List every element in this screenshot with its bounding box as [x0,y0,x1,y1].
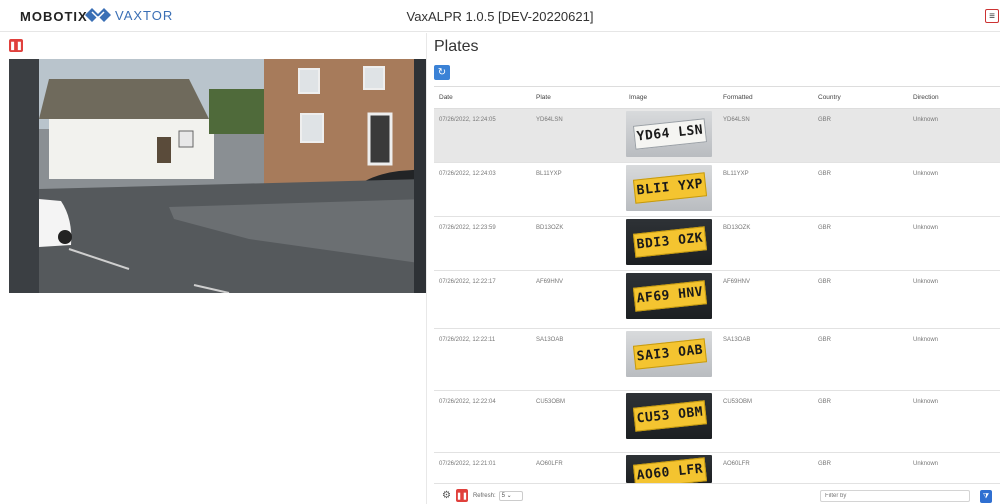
row-date: 07/26/2022, 12:22:11 [434,328,531,391]
row-direction: Unknown [908,452,1000,484]
hamburger-menu-button[interactable]: ≡ [985,9,999,23]
table-header-row: Date Plate Image Formatted Country Direc… [434,86,1000,109]
table-row[interactable]: 07/26/2022, 12:21:01 AO60LFR AO60 LFR AO… [434,452,1000,484]
table-row[interactable]: 07/26/2022, 12:24:03 BL11YXP BLII YXP BL… [434,162,1000,217]
plate-image: SAI3 OAB [626,331,712,377]
row-direction: Unknown [908,390,1000,453]
hamburger-icon: ≡ [989,10,995,22]
row-date: 07/26/2022, 12:24:05 [434,108,531,163]
row-date: 07/26/2022, 12:23:59 [434,216,531,271]
row-formatted: CU53OBM [718,390,813,453]
plates-title: Plates [434,38,479,55]
row-direction: Unknown [908,162,1000,217]
row-date: 07/26/2022, 12:21:01 [434,452,531,484]
row-direction: Unknown [908,270,1000,329]
refresh-interval-value: 5 [501,492,505,499]
row-date: 07/26/2022, 12:22:17 [434,270,531,329]
top-bar: MOBOTIX VAXTOR VaxALPR 1.0.5 [DEV-202206… [0,0,1000,32]
pause-icon: ❚❚ [9,41,23,50]
column-header-plate[interactable]: Plate [531,86,624,109]
vaxtor-logo-text: VAXTOR [115,7,174,23]
plate-image: AO60 LFR [626,455,712,483]
plate-image-text: CU53 OBM [632,400,708,432]
plate-image: BLII YXP [626,165,712,211]
row-plate: YD64LSN [531,108,624,163]
table-row[interactable]: 07/26/2022, 12:24:05 YD64LSN YD64 LSN YD… [434,108,1000,163]
table-row[interactable]: 07/26/2022, 12:23:59 BD13OZK BDI3 OZK BD… [434,216,1000,271]
plate-image-text: YD64 LSN [632,118,708,150]
plates-pane: Plates ↻ Date Plate Image Formatted Coun… [428,33,1000,504]
row-image: YD64 LSN [624,108,718,163]
vaxtor-logo: VAXTOR [83,6,173,24]
row-plate: AO60LFR [531,452,624,484]
camera-feed [9,59,426,293]
row-plate: SA13OAB [531,328,624,391]
column-header-country[interactable]: Country [813,86,908,109]
row-formatted: AF69HNV [718,270,813,329]
row-image: BLII YXP [624,162,718,217]
plates-table: Date Plate Image Formatted Country Direc… [434,86,1000,484]
plate-image-text: AO60 LFR [632,457,708,483]
plate-image-text: BLII YXP [632,172,708,204]
refresh-icon: ↻ [437,67,447,78]
column-header-direction[interactable]: Direction [908,86,1000,109]
mobotix-logo: MOBOTIX [20,9,88,24]
plate-image-text: SAI3 OAB [632,338,708,370]
column-header-image[interactable]: Image [624,86,718,109]
plate-image: AF69 HNV [626,273,712,319]
refresh-button[interactable]: ↻ [434,65,450,80]
row-direction: Unknown [908,108,1000,163]
row-plate: AF69HNV [531,270,624,329]
row-direction: Unknown [908,328,1000,391]
plate-image: CU53 OBM [626,393,712,439]
row-date: 07/26/2022, 12:24:03 [434,162,531,217]
row-formatted: YD64LSN [718,108,813,163]
row-country: GBR [813,452,908,484]
filter-icon: ⧩ [982,492,990,500]
row-formatted: SA13OAB [718,328,813,391]
row-image: AF69 HNV [624,270,718,329]
row-image: SAI3 OAB [624,328,718,391]
row-date: 07/26/2022, 12:22:04 [434,390,531,453]
plate-image-text: AF69 HNV [632,280,708,312]
row-direction: Unknown [908,216,1000,271]
table-row[interactable]: 07/26/2022, 12:22:11 SA13OAB SAI3 OAB SA… [434,328,1000,391]
row-country: GBR [813,270,908,329]
row-country: GBR [813,390,908,453]
gear-icon[interactable]: ⚙ [442,490,451,501]
plate-image: YD64 LSN [626,111,712,157]
pause-icon: ❚❚ [456,492,468,500]
table-footer-bar: ⚙ ❚❚ Refresh: 5 ⌄ ⧩ [428,487,1000,504]
row-country: GBR [813,108,908,163]
row-country: GBR [813,328,908,391]
camera-feed-image [9,59,426,293]
row-image: BDI3 OZK [624,216,718,271]
vaxtor-logo-icon [85,8,111,22]
table-row[interactable]: 07/26/2022, 12:22:17 AF69HNV AF69 HNV AF… [434,270,1000,329]
refresh-interval-label: Refresh: [472,492,496,499]
row-plate: BL11YXP [531,162,624,217]
column-header-formatted[interactable]: Formatted [718,86,813,109]
row-image: AO60 LFR [624,452,718,484]
filter-input[interactable] [820,490,970,502]
row-country: GBR [813,216,908,271]
column-header-date[interactable]: Date [434,86,531,109]
chevron-down-icon: ⌄ [506,492,512,499]
row-image: CU53 OBM [624,390,718,453]
camera-pane: ❚❚ [0,33,427,504]
plate-image-text: BDI3 OZK [632,226,708,258]
row-country: GBR [813,162,908,217]
row-formatted: BD13OZK [718,216,813,271]
table-row[interactable]: 07/26/2022, 12:22:04 CU53OBM CU53 OBM CU… [434,390,1000,453]
pause-button[interactable]: ❚❚ [455,489,468,502]
plate-image: BDI3 OZK [626,219,712,265]
row-formatted: BL11YXP [718,162,813,217]
row-plate: BD13OZK [531,216,624,271]
refresh-interval-select[interactable]: 5 ⌄ [498,490,523,501]
row-plate: CU53OBM [531,390,624,453]
filter-button[interactable]: ⧩ [980,490,992,503]
camera-pause-button[interactable]: ❚❚ [9,39,23,52]
row-formatted: AO60LFR [718,452,813,484]
